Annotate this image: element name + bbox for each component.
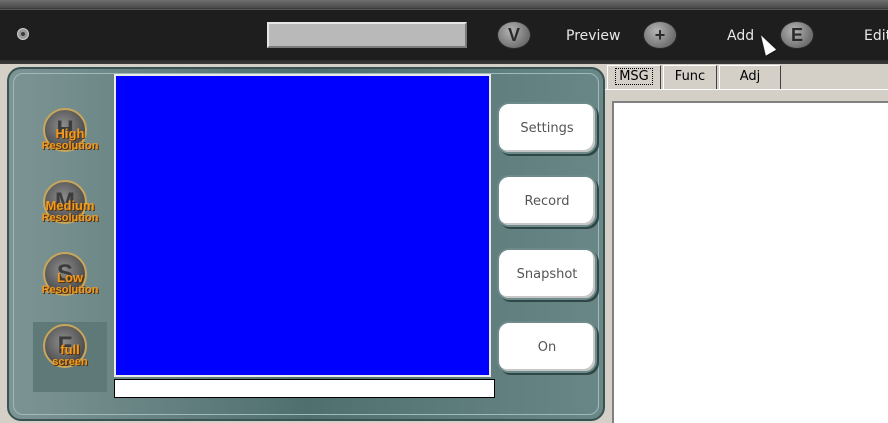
preview-button[interactable]: Preview	[566, 28, 621, 44]
edit-icon[interactable]: E	[780, 21, 814, 49]
record-button[interactable]: Record	[497, 175, 597, 227]
full-screen-sublabel: screen	[52, 356, 88, 368]
snapshot-button[interactable]: Snapshot	[497, 248, 597, 300]
add-icon[interactable]: +	[643, 21, 677, 49]
medium-resolution-label: Medium	[45, 198, 95, 213]
high-resolution-sublabel: Resolution	[41, 140, 99, 152]
tab-msg-label: MSG	[615, 68, 653, 85]
edit-button[interactable]: Edit	[864, 28, 888, 44]
add-button[interactable]: Add	[727, 28, 754, 44]
medium-resolution-button[interactable]: M Medium Resolution	[33, 178, 107, 248]
message-log[interactable]	[612, 101, 888, 423]
add-icon-glyph: +	[654, 24, 666, 45]
on-button[interactable]: On	[497, 321, 597, 373]
high-resolution-button[interactable]: H High Resolution	[33, 106, 107, 176]
address-input[interactable]	[267, 22, 467, 48]
tab-adj[interactable]: Adj	[719, 65, 781, 89]
medium-resolution-sublabel: Resolution	[41, 212, 99, 224]
low-resolution-sublabel: Resolution	[41, 284, 99, 296]
full-screen-button[interactable]: F full screen	[33, 322, 107, 392]
tab-msg[interactable]: MSG	[607, 65, 661, 89]
low-resolution-label: Low	[57, 270, 83, 285]
edit-icon-glyph: E	[790, 24, 803, 45]
preview-icon-glyph: V	[507, 24, 520, 45]
full-screen-label: full	[60, 342, 80, 357]
tab-func[interactable]: Func	[663, 65, 717, 89]
app-icon[interactable]	[17, 28, 29, 40]
tab-func-label: Func	[674, 69, 706, 84]
settings-button[interactable]: Settings	[497, 102, 597, 154]
high-resolution-label: High	[55, 126, 85, 141]
preview-icon[interactable]: V	[497, 21, 531, 49]
status-field	[114, 379, 495, 398]
tab-adj-label: Adj	[739, 69, 761, 84]
low-resolution-button[interactable]: S Low Resolution	[33, 250, 107, 320]
video-preview[interactable]	[114, 74, 491, 377]
